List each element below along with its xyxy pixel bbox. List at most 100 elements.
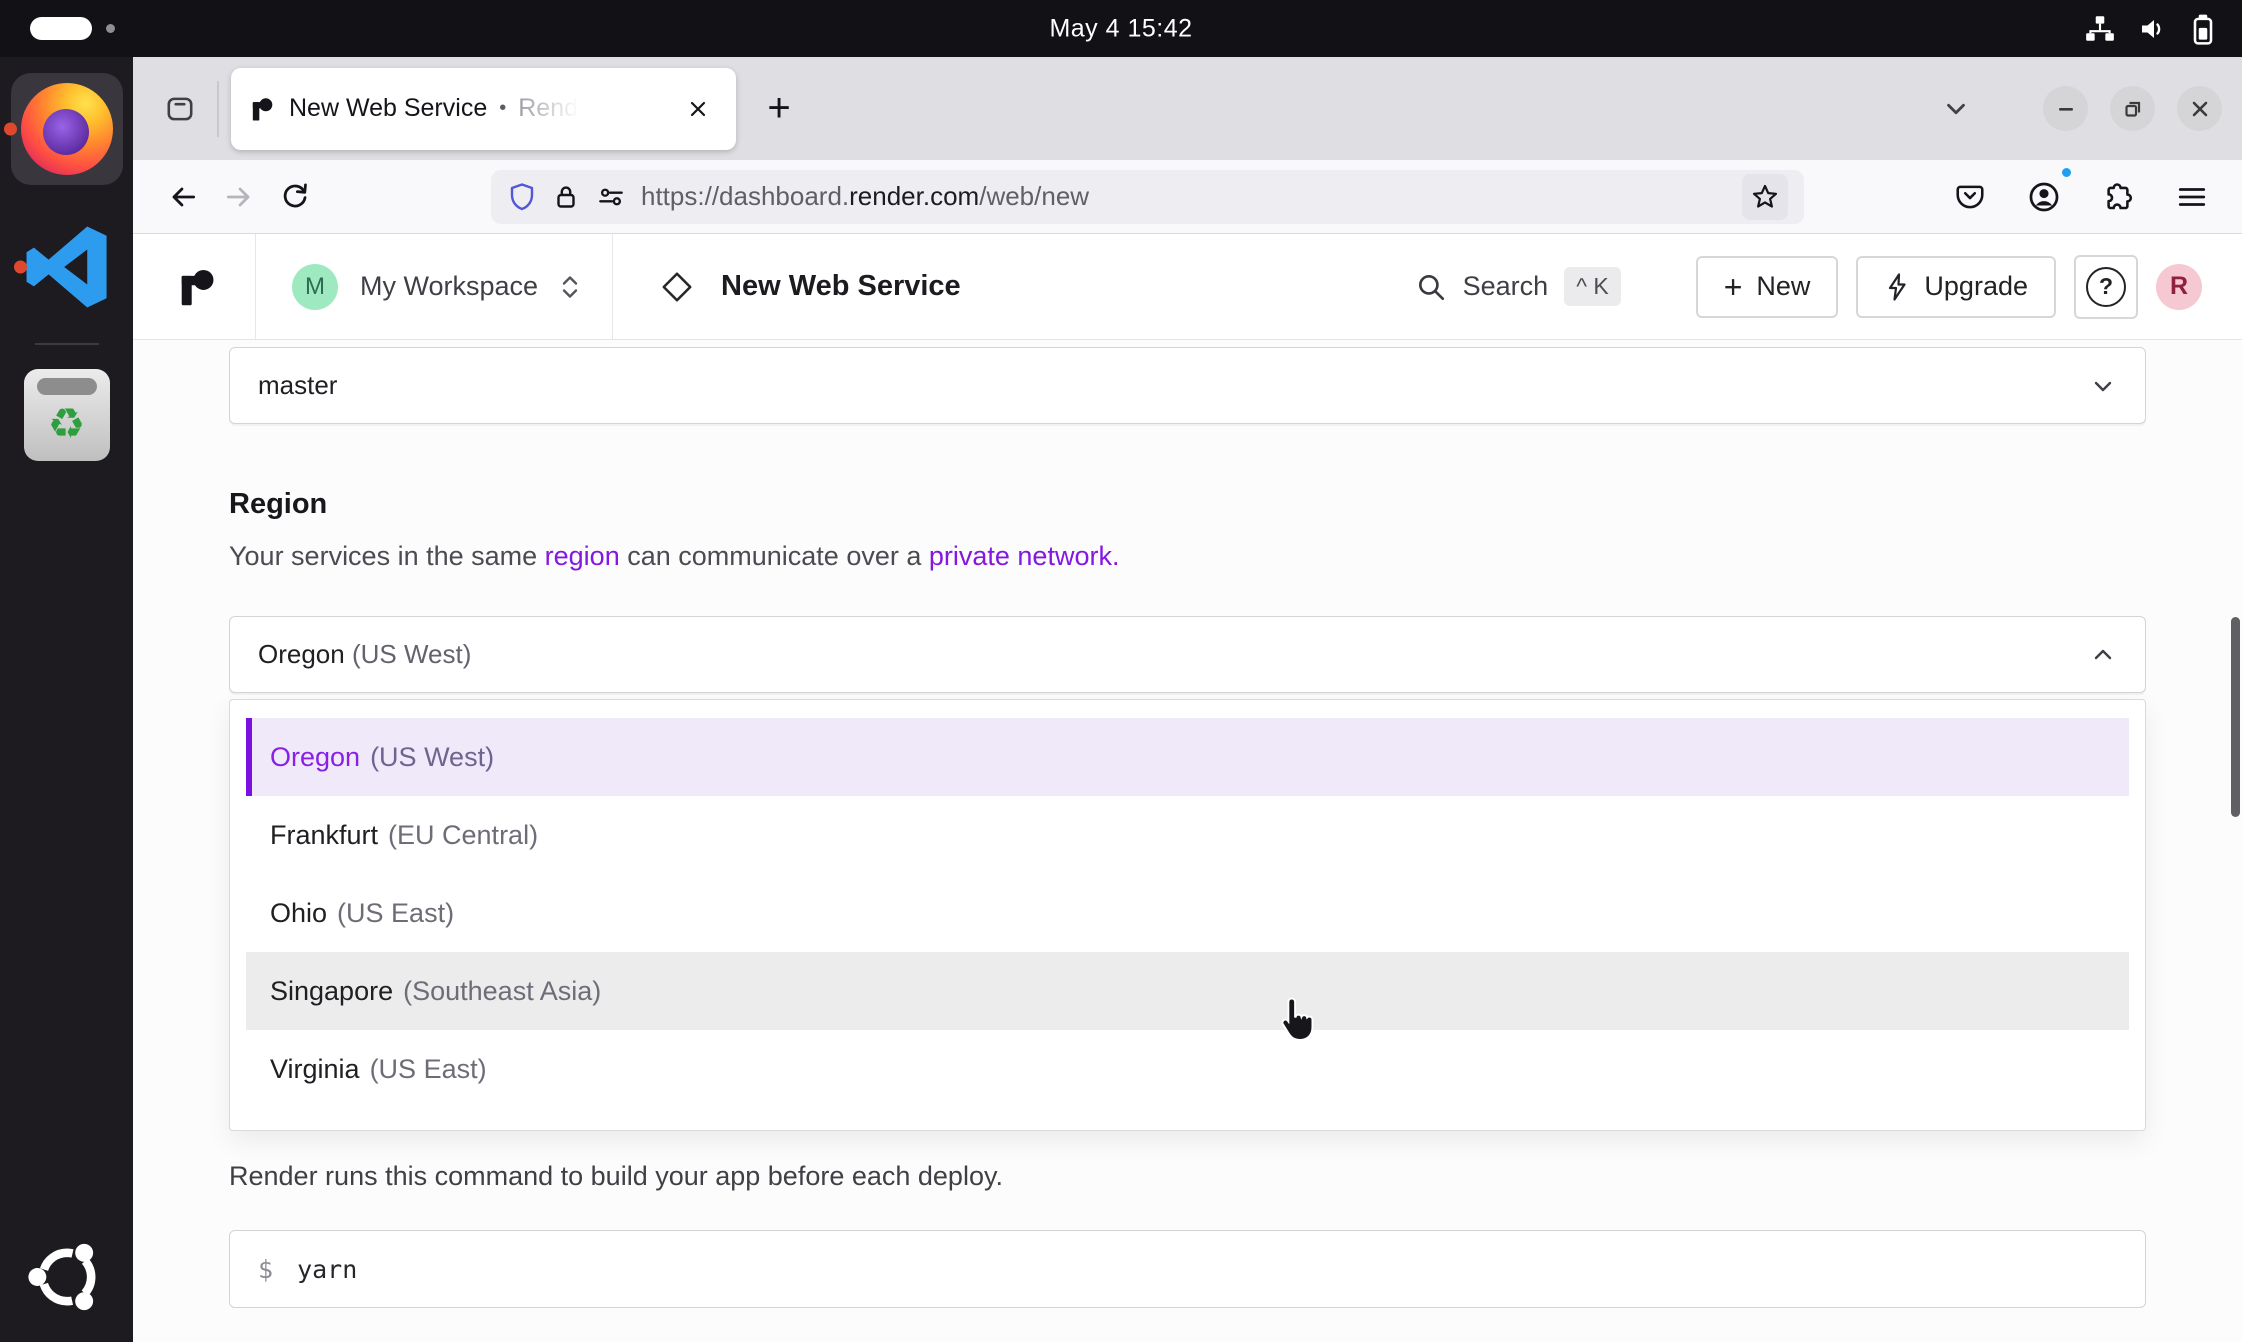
chevron-down-icon [2089,372,2117,400]
url-domain: render.com [849,181,979,211]
new-button[interactable]: + New [1696,256,1839,318]
region-option-singapore[interactable]: Singapore (Southeast Asia) [246,952,2129,1030]
pocket-icon[interactable] [1942,169,1998,225]
bookmark-star-icon[interactable] [1742,174,1788,220]
search-icon [1415,271,1447,303]
region-option-oregon[interactable]: Oregon (US West) [246,718,2129,796]
dock-item-show-apps[interactable] [28,1238,106,1316]
system-tray[interactable] [2084,0,2216,57]
build-command-value: yarn [297,1255,357,1284]
build-command-input[interactable]: $ yarn [229,1230,2146,1308]
desc-text-2: can communicate over a [620,541,929,571]
active-tab[interactable]: New Web Service • Render [231,68,736,150]
dock-item-vscode[interactable] [21,221,113,313]
option-area: (US East) [337,898,454,929]
account-notification-dot [2059,165,2074,180]
tab-close-button[interactable] [678,89,718,129]
system-top-bar: May 4 15:42 [0,0,2242,57]
account-icon[interactable] [2016,169,2072,225]
workspace-indicator-pill[interactable] [30,17,92,40]
dock-divider [35,343,99,345]
network-icon [2084,14,2116,44]
page-title-group: New Web Service [613,234,1007,339]
url-text[interactable]: https://dashboard.render.com/web/new [641,181,1089,212]
tab-title: New Web Service [289,94,487,123]
page-title: New Web Service [721,270,961,303]
ubuntu-logo-icon [28,1238,106,1316]
restore-button[interactable] [2110,86,2155,131]
question-icon: ? [2086,267,2126,307]
upgrade-button[interactable]: Upgrade [1856,256,2056,318]
firefox-view-button[interactable] [153,82,207,136]
tab-title-separator: • [499,97,506,120]
firefox-icon [21,83,113,175]
recycle-icon: ♻ [48,403,86,445]
search-button[interactable]: Search ^ K [1415,267,1657,306]
option-city: Singapore [270,976,393,1007]
back-button[interactable] [155,169,211,225]
minimize-button[interactable] [2043,86,2088,131]
workspace-switcher[interactable]: M My Workspace [256,234,612,339]
lock-icon[interactable] [551,181,581,213]
screen: May 4 15:42 ♻ [0,0,2242,1342]
battery-icon [2190,13,2216,45]
vscode-icon [21,221,113,313]
vscode-running-dot [14,261,27,274]
dock-item-firefox[interactable] [11,73,123,185]
option-city: Oregon [270,742,360,773]
render-logo[interactable] [133,234,255,339]
url-bar[interactable]: https://dashboard.render.com/web/new [491,170,1804,224]
chevron-updown-icon [558,272,582,302]
toolbar-right-icons [1942,169,2220,225]
user-avatar[interactable]: R [2156,264,2202,310]
workspace-avatar: M [292,264,338,310]
permissions-icon[interactable] [595,181,627,213]
browser-window: New Web Service • Render + [133,57,2242,1342]
shell-prompt: $ [258,1255,273,1284]
option-city: Ohio [270,898,327,929]
region-select[interactable]: Oregon (US West) [229,616,2146,693]
region-option-ohio[interactable]: Ohio (US East) [246,874,2129,952]
chevron-up-icon [2089,641,2117,669]
branch-select[interactable]: master [229,347,2146,424]
firefox-running-dot [4,123,17,136]
browser-toolbar: https://dashboard.render.com/web/new [133,160,2242,234]
option-area: (EU Central) [388,820,538,851]
region-value-city: Oregon [258,639,345,669]
url-path: /web/new [979,181,1089,211]
extensions-icon[interactable] [2090,169,2146,225]
workspace-indicator-dot[interactable] [106,24,115,33]
search-label: Search [1463,271,1549,302]
workspace-name: My Workspace [360,271,538,302]
branch-select-value: master [258,370,337,401]
reload-button[interactable] [267,169,323,225]
diamond-icon [659,269,695,305]
url-prefix: https://dashboard. [641,181,849,211]
region-option-frankfurt[interactable]: Frankfurt (EU Central) [246,796,2129,874]
region-option-virginia[interactable]: Virginia (US East) [246,1030,2129,1108]
app-header: M My Workspace New Web Service Search [133,234,2242,340]
help-button[interactable]: ? [2074,255,2138,319]
new-tab-button[interactable]: + [752,82,806,136]
option-area: (US East) [370,1054,487,1085]
dock-item-trash[interactable]: ♻ [24,369,110,461]
tab-separator [217,81,219,137]
system-clock[interactable]: May 4 15:42 [1049,14,1192,43]
header-right: Search ^ K + New Upgrade [1415,234,2242,339]
page-content: master Region Your services in the same … [133,340,2242,1342]
tab-title-suffix: Render [518,94,584,123]
close-window-button[interactable] [2177,86,2222,131]
menu-hamburger-icon[interactable] [2164,169,2220,225]
mouse-cursor-hand [1280,996,1316,1042]
region-description: Your services in the same region can com… [229,541,2146,572]
forward-button[interactable] [211,169,267,225]
header-buttons: + New Upgrade ? R [1658,255,2242,319]
list-all-tabs-button[interactable] [1929,82,1983,136]
tracking-shield-icon[interactable] [507,181,537,213]
private-network-link[interactable]: private network. [929,541,1120,571]
page-scrollbar-thumb[interactable] [2231,617,2240,817]
region-link[interactable]: region [545,541,620,571]
build-command-description: Render runs this command to build your a… [229,1161,2146,1192]
option-area: (US West) [370,742,494,773]
tab-bar: New Web Service • Render + [133,57,2242,160]
